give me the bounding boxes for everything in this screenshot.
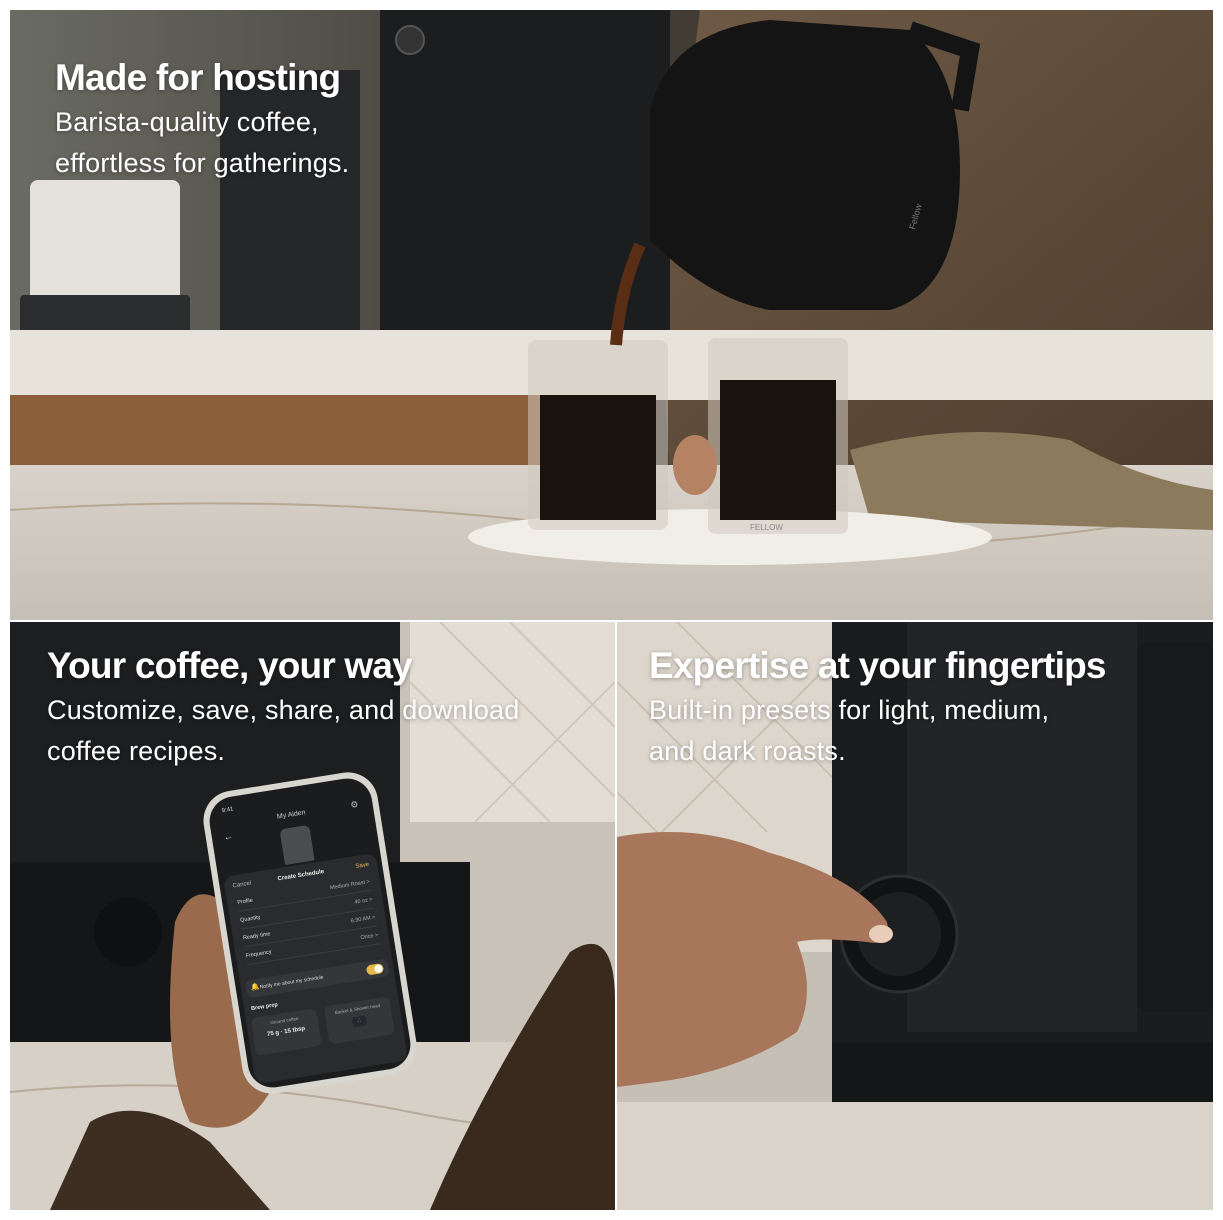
expertise-subtext-line1: Built-in presets for light, medium,	[649, 695, 1050, 725]
shower-head-icon: ∴	[351, 1015, 368, 1028]
expertise-subtext: Built-in presets for light, medium, and …	[649, 690, 1049, 772]
app-title: My Aiden	[276, 809, 307, 821]
row-value: 40 oz >	[354, 896, 374, 906]
custom-subtext: Customize, save, share, and download cof…	[47, 690, 519, 772]
hosting-panel: Fellow FELLOW Made for hosting Barista-q…	[10, 10, 1213, 620]
row-value: 6:30 AM >	[350, 914, 376, 925]
image-frame: Fellow FELLOW Made for hosting Barista-q…	[10, 10, 1213, 1210]
save-button[interactable]: Save	[355, 862, 369, 870]
row-label: Quantity	[239, 914, 261, 924]
hosting-headline: Made for hosting	[55, 57, 341, 98]
glass-brand: FELLOW	[750, 523, 783, 532]
notify-toggle[interactable]	[365, 963, 385, 976]
row-label: Ready time	[242, 931, 271, 942]
brewer-thumbnail	[279, 824, 315, 866]
expertise-headline: Expertise at your fingertips	[649, 645, 1106, 686]
arrow-left-icon[interactable]: ←	[223, 831, 233, 842]
custom-headline: Your coffee, your way	[47, 645, 413, 686]
expertise-subtext-line2: and dark roasts.	[649, 736, 846, 766]
row-label: Frequency	[245, 949, 273, 960]
row-value: Medium Roast >	[329, 879, 371, 892]
hosting-subtext: Barista-quality coffee, effortless for g…	[55, 102, 349, 184]
hosting-subtext-line2: effortless for gatherings.	[55, 148, 350, 178]
row-label: Profile	[236, 897, 254, 906]
custom-subtext-line1: Customize, save, share, and download	[47, 695, 520, 725]
expertise-panel: Expertise at your fingertips Built-in pr…	[617, 622, 1213, 1210]
status-time: 9:41	[221, 806, 234, 815]
gear-icon[interactable]: ⚙	[350, 799, 360, 811]
row-value: Once >	[360, 932, 379, 942]
custom-subtext-line2: coffee recipes.	[47, 736, 226, 766]
hosting-subtext-line1: Barista-quality coffee,	[55, 107, 319, 137]
